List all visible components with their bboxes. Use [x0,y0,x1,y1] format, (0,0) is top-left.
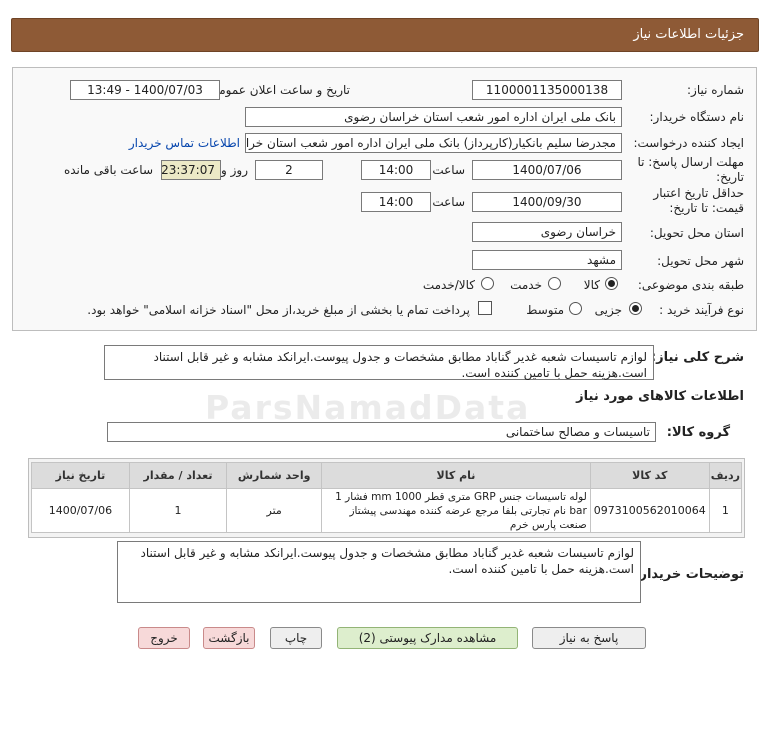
buyer-label: نام دستگاه خریدار: [649,110,745,124]
buyer-notes-label: توضیحات خریدار: [634,567,744,582]
creator-label: ایجاد کننده درخواست: [633,136,744,150]
announce-label: تاریخ و ساعت اعلان عمومی: [205,83,350,97]
summary-label: شرح کلی نیاز: [650,350,744,365]
category-service-label: خدمت [510,278,542,292]
reply-button[interactable]: پاسخ به نیاز [532,627,646,649]
validity-label: حداقل تاریخ اعتبار قیمت: تا تاریخ: [653,186,744,215]
summary-text: لوازم تاسیسات شعبه غدیر گناباد مطابق مشخ… [104,345,654,380]
print-button[interactable]: چاپ [270,627,322,649]
city-label: شهر محل تحویل: [657,254,744,268]
goods-group-field: تاسیسات و مصالح ساختمانی [107,422,656,442]
category-both-label: کالا/خدمت [422,278,475,292]
category-service-radio[interactable] [548,277,561,290]
cell-unit: متر [226,488,323,533]
col-qty-header: تعداد / مقدار [128,462,228,489]
exit-button[interactable]: خروج [138,627,190,649]
col-unit-header: واحد شمارش [226,462,323,489]
deadline-time-label: ساعت [432,163,465,177]
col-name-header: نام کالا [321,462,591,489]
treasury-payment-checkbox[interactable] [478,301,492,315]
contact-buyer-link[interactable]: اطلاعات تماس خریدار [129,136,240,150]
category-goods-label: کالا [583,278,600,292]
cell-date: 1400/07/06 [31,488,130,533]
page-title: جزئیات اطلاعات نیاز [633,27,744,42]
cell-row: 1 [708,488,743,533]
time-remaining-label: ساعت باقی مانده [63,163,153,177]
buyer-notes-text: لوازم تاسیسات شعبه غدیر گناباد مطابق مشخ… [117,541,641,603]
time-remaining-field: 23:37:07 [161,160,221,180]
table-row: 1 0973100562010064 لوله تاسیسات جنس GRP … [31,488,743,533]
need-number-field: 1100001135000138 [472,80,622,100]
announce-field: 1400/07/03 - 13:49 [70,80,220,100]
back-button[interactable]: بازگشت [203,627,255,649]
col-row-header: ردیف [708,462,743,489]
category-both-radio[interactable] [481,277,494,290]
process-partial-radio[interactable] [629,302,642,315]
process-label: نوع فرآیند خرید : [659,303,744,317]
category-goods-radio[interactable] [605,277,618,290]
province-field: خراسان رضوی [472,222,622,242]
validity-date-field: 1400/09/30 [472,192,622,212]
category-label: طبقه بندی موضوعی: [637,278,744,292]
col-code-header: کد کالا [589,462,710,489]
need-number-label: شماره نیاز: [687,83,744,97]
cell-code: 0973100562010064 [589,488,710,533]
deadline-label: مهلت ارسال پاسخ: تا تاریخ: [637,155,744,184]
validity-time-label: ساعت [432,195,465,209]
deadline-date-field: 1400/07/06 [472,160,622,180]
process-partial-label: جزیی [594,303,622,317]
table-header-row: ردیف کد کالا نام کالا واحد شمارش تعداد /… [31,462,743,489]
goods-table-container: ردیف کد کالا نام کالا واحد شمارش تعداد /… [28,458,745,538]
col-date-header: تاریخ نیاز [31,462,130,489]
treasury-payment-note: پرداخت تمام یا بخشی از مبلغ خرید،از محل … [87,303,470,317]
days-remaining-field: 2 [255,160,323,180]
goods-table: ردیف کد کالا نام کالا واحد شمارش تعداد /… [31,462,743,533]
cell-name: لوله تاسیسات جنس GRP متری قطر 1000 mm فش… [321,488,591,533]
process-medium-label: متوسط [526,303,564,317]
deadline-time-field: 14:00 [361,160,431,180]
cell-qty: 1 [128,488,228,533]
goods-section-title: اطلاعات کالاهای مورد نیاز [576,389,744,404]
validity-time-field: 14:00 [361,192,431,212]
creator-field: مجدرضا سلیم بانکیار(کارپرداز) بانک ملی ا… [245,133,622,153]
view-documents-button[interactable]: مشاهده مدارک پیوستی (2) [337,627,518,649]
province-label: استان محل تحویل: [649,226,744,240]
city-field: مشهد [472,250,622,270]
process-medium-radio[interactable] [569,302,582,315]
goods-group-label: گروه کالا: [666,425,730,440]
page-header: جزئیات اطلاعات نیاز [11,18,759,52]
days-label: روز و [221,163,248,177]
buyer-field: بانک ملی ایران اداره امور شعب استان خراس… [245,107,622,127]
